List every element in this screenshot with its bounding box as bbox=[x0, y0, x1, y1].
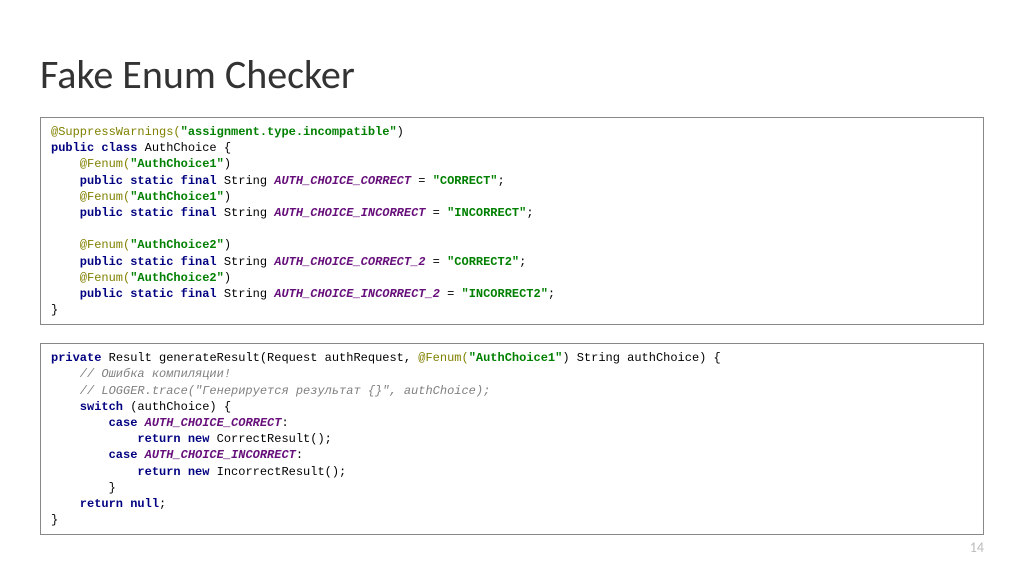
txt: } bbox=[51, 513, 58, 527]
txt: = bbox=[411, 174, 433, 188]
txt: = bbox=[425, 206, 447, 220]
kw: case bbox=[51, 448, 145, 462]
str: "assignment.type.incompatible" bbox=[181, 125, 397, 139]
kw: public static final bbox=[51, 206, 217, 220]
slide-title: Fake Enum Checker bbox=[40, 50, 984, 99]
ann: @Fenum( bbox=[51, 190, 130, 204]
txt: = bbox=[440, 287, 462, 301]
kw: public static final bbox=[51, 287, 217, 301]
txt: Result generateResult(Request authReques… bbox=[101, 351, 418, 365]
txt: ) bbox=[397, 125, 404, 139]
txt: (authChoice) { bbox=[123, 400, 231, 414]
code-block-1: @SuppressWarnings("assignment.type.incom… bbox=[40, 117, 984, 325]
kw: switch bbox=[51, 400, 123, 414]
txt: ) bbox=[224, 238, 231, 252]
str: "CORRECT2" bbox=[447, 255, 519, 269]
txt: = bbox=[425, 255, 447, 269]
ident: AUTH_CHOICE_CORRECT bbox=[274, 174, 411, 188]
ident: AUTH_CHOICE_INCORRECT bbox=[274, 206, 425, 220]
str: "INCORRECT2" bbox=[462, 287, 548, 301]
txt: AuthChoice { bbox=[137, 141, 231, 155]
txt: String bbox=[217, 174, 275, 188]
ann: @Fenum( bbox=[418, 351, 468, 365]
txt: ) bbox=[562, 351, 569, 365]
txt: String bbox=[217, 255, 275, 269]
txt: ) bbox=[224, 271, 231, 285]
code-block-2: private Result generateResult(Request au… bbox=[40, 343, 984, 535]
kw: public static final bbox=[51, 174, 217, 188]
str: "AuthChoice1" bbox=[469, 351, 563, 365]
str: "AuthChoice1" bbox=[130, 190, 224, 204]
ident: AUTH_CHOICE_CORRECT_2 bbox=[274, 255, 425, 269]
txt: ; bbox=[526, 206, 533, 220]
page-number: 14 bbox=[970, 539, 984, 556]
txt: String bbox=[217, 287, 275, 301]
ann: @Fenum( bbox=[51, 238, 130, 252]
ann: @Fenum( bbox=[51, 157, 130, 171]
ident: AUTH_CHOICE_CORRECT bbox=[145, 416, 282, 430]
str: "INCORRECT" bbox=[447, 206, 526, 220]
txt: : bbox=[281, 416, 288, 430]
kw: return null bbox=[51, 497, 159, 511]
txt: String bbox=[217, 206, 275, 220]
str: "AuthChoice2" bbox=[130, 238, 224, 252]
str: "AuthChoice1" bbox=[130, 157, 224, 171]
txt: ; bbox=[548, 287, 555, 301]
kw: public class bbox=[51, 141, 137, 155]
txt: } bbox=[51, 481, 116, 495]
kw: private bbox=[51, 351, 101, 365]
kw: return new bbox=[51, 465, 209, 479]
txt: } bbox=[51, 303, 58, 317]
txt: ) bbox=[224, 190, 231, 204]
ann: @Fenum( bbox=[51, 271, 130, 285]
txt: : bbox=[296, 448, 303, 462]
ident: AUTH_CHOICE_INCORRECT bbox=[145, 448, 296, 462]
comment: // LOGGER.trace("Генерируется результат … bbox=[51, 384, 490, 398]
str: "AuthChoice2" bbox=[130, 271, 224, 285]
txt: ; bbox=[519, 255, 526, 269]
txt: ; bbox=[498, 174, 505, 188]
txt: ) bbox=[224, 157, 231, 171]
ident: AUTH_CHOICE_INCORRECT_2 bbox=[274, 287, 440, 301]
txt: ; bbox=[159, 497, 166, 511]
kw: public static final bbox=[51, 255, 217, 269]
kw: return new bbox=[51, 432, 209, 446]
ann: @SuppressWarnings( bbox=[51, 125, 181, 139]
kw: case bbox=[51, 416, 145, 430]
txt: CorrectResult(); bbox=[209, 432, 331, 446]
str: "CORRECT" bbox=[433, 174, 498, 188]
comment: // Ошибка компиляции! bbox=[51, 367, 231, 381]
txt: String authChoice) { bbox=[570, 351, 721, 365]
txt: IncorrectResult(); bbox=[209, 465, 346, 479]
